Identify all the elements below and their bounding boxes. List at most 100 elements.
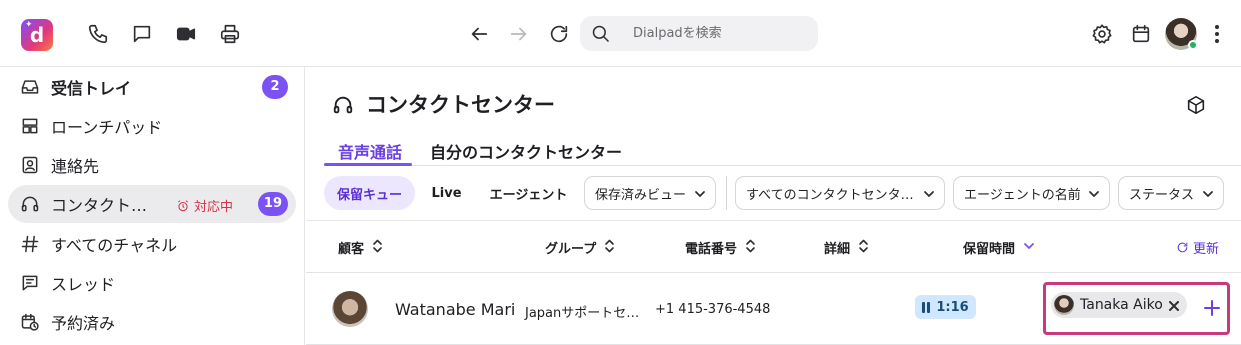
sort-icon bbox=[372, 239, 383, 257]
sidebar-item-launchpad[interactable]: ローンチパッド bbox=[8, 107, 296, 145]
filter-hold-queue[interactable]: 保留キュー bbox=[324, 176, 415, 210]
plus-icon bbox=[1204, 300, 1220, 316]
column-phone-label: 電話番号 bbox=[685, 242, 738, 257]
agent-name: Tanaka Aiko bbox=[1080, 297, 1163, 313]
column-hold-time[interactable]: 保留時間 bbox=[963, 238, 1035, 257]
hold-time-value: 1:16 bbox=[936, 299, 969, 315]
close-icon[interactable] bbox=[1168, 296, 1179, 315]
refresh-icon bbox=[1177, 242, 1188, 253]
hold-time-badge: 1:16 bbox=[915, 295, 976, 319]
group-name: Japanサポートセ… bbox=[525, 306, 640, 321]
column-details-label: 詳細 bbox=[824, 242, 851, 257]
sort-icon bbox=[745, 239, 756, 257]
oncall-status: 対応中 bbox=[176, 196, 233, 215]
customer-avatar bbox=[332, 291, 368, 327]
top-bar: ✦ d bbox=[0, 0, 1241, 67]
sidebar-item-label: 受信トレイ bbox=[51, 79, 132, 98]
print-icon[interactable] bbox=[217, 21, 243, 47]
contact-center-dropdown[interactable]: すべてのコンタクトセンタ… bbox=[735, 176, 945, 210]
presence-indicator bbox=[1188, 40, 1198, 50]
add-agent-button[interactable] bbox=[1203, 299, 1223, 319]
tab-voice-calls[interactable]: 音声通話 bbox=[338, 139, 402, 163]
search-icon bbox=[592, 25, 610, 43]
sort-icon bbox=[604, 239, 615, 257]
alarm-icon bbox=[178, 199, 188, 211]
cube-icon[interactable] bbox=[1185, 94, 1207, 116]
filter-bar: 保留キュー Live エージェント 保存済みビュー すべてのコンタクトセンタ… … bbox=[306, 176, 1241, 213]
search-box[interactable] bbox=[580, 16, 818, 51]
reload-icon[interactable] bbox=[546, 21, 572, 47]
calendar-icon[interactable] bbox=[1128, 21, 1154, 47]
saved-views-label: 保存済みビュー bbox=[595, 187, 687, 203]
column-group-label: グループ bbox=[545, 242, 597, 257]
pause-icon bbox=[922, 301, 931, 313]
column-hold-time-label: 保留時間 bbox=[963, 242, 1016, 257]
agent-name-dropdown[interactable]: エージェントの名前 bbox=[953, 176, 1110, 210]
column-customer-label: 顧客 bbox=[338, 242, 365, 257]
divider bbox=[726, 176, 727, 210]
saved-views-dropdown[interactable]: 保存済みビュー bbox=[584, 176, 716, 210]
agent-chip[interactable]: Tanaka Aiko bbox=[1051, 292, 1187, 318]
status-dropdown[interactable]: ステータス bbox=[1118, 176, 1224, 210]
sidebar-item-label: すべてのチャネル bbox=[51, 236, 178, 255]
sidebar-item-label: 連絡先 bbox=[51, 157, 100, 176]
dialpad-logo[interactable]: ✦ d bbox=[21, 19, 53, 51]
agent-assignment: Tanaka Aiko bbox=[1043, 282, 1230, 335]
message-icon[interactable] bbox=[129, 21, 155, 47]
chevron-down-icon bbox=[1202, 188, 1214, 200]
sidebar-item-contact-center[interactable]: コンタクト… 対応中 19 bbox=[8, 185, 296, 223]
refresh-button[interactable]: 更新 bbox=[1176, 238, 1219, 257]
column-details[interactable]: 詳細 bbox=[824, 238, 869, 257]
sidebar-item-label: 予約済み bbox=[51, 314, 116, 333]
count-badge: 19 bbox=[257, 192, 288, 216]
phone-number: +1 415-376-4548 bbox=[655, 302, 771, 317]
chevron-down-icon bbox=[923, 188, 935, 200]
more-icon[interactable] bbox=[1207, 22, 1227, 46]
page-title: コンタクトセンター bbox=[366, 93, 555, 117]
sidebar-item-threads[interactable]: スレッド bbox=[8, 264, 296, 302]
table-row[interactable]: Watanabe Mari Japanサポートセ… +1 415-376-454… bbox=[306, 273, 1241, 345]
unread-badge: 2 bbox=[262, 75, 288, 99]
status-label: ステータス bbox=[1129, 187, 1195, 203]
threads-icon bbox=[20, 273, 40, 293]
forward-icon[interactable] bbox=[506, 21, 532, 47]
contact-center-label: すべてのコンタクトセンタ… bbox=[746, 187, 914, 203]
launchpad-icon bbox=[20, 116, 40, 136]
agent-avatar bbox=[1054, 295, 1074, 315]
sidebar-item-all-channels[interactable]: すべてのチャネル bbox=[8, 225, 296, 263]
sort-icon bbox=[858, 239, 869, 257]
table-header: 顧客 グループ 電話番号 詳細 保留時間 更新 bbox=[306, 220, 1241, 273]
column-customer[interactable]: 顧客 bbox=[338, 238, 383, 257]
tab-bar: 音声通話 自分のコンタクトセンター bbox=[324, 131, 1241, 166]
column-phone[interactable]: 電話番号 bbox=[685, 238, 756, 257]
back-icon[interactable] bbox=[466, 21, 492, 47]
column-group[interactable]: グループ bbox=[545, 238, 615, 257]
headset-icon bbox=[20, 194, 40, 214]
sidebar-item-contacts[interactable]: 連絡先 bbox=[8, 146, 296, 184]
scheduled-icon bbox=[20, 312, 40, 332]
sidebar-item-inbox[interactable]: 受信トレイ 2 bbox=[8, 68, 296, 106]
sort-descending-icon bbox=[1023, 240, 1035, 256]
oncall-label: 対応中 bbox=[194, 200, 234, 215]
sidebar-item-label: スレッド bbox=[51, 275, 116, 294]
phone-icon[interactable] bbox=[85, 21, 111, 47]
tab-my-contact-center[interactable]: 自分のコンタクトセンター bbox=[430, 139, 622, 163]
gear-icon[interactable] bbox=[1089, 21, 1115, 47]
filter-live[interactable]: Live bbox=[423, 176, 470, 210]
sidebar-item-scheduled[interactable]: 予約済み bbox=[8, 303, 296, 341]
agent-name-label: エージェントの名前 bbox=[964, 187, 1081, 203]
sidebar-item-label: ローンチパッド bbox=[51, 118, 163, 137]
chevron-down-icon bbox=[694, 188, 706, 200]
search-input[interactable] bbox=[620, 16, 810, 51]
filter-agent[interactable]: エージェント bbox=[479, 176, 578, 210]
sidebar-item-label: コンタクト… bbox=[51, 196, 148, 215]
sidebar: 受信トレイ 2 ローンチパッド 連絡先 コンタクト… 対応中 19 すべてのチャ… bbox=[0, 67, 305, 345]
inbox-icon bbox=[20, 77, 40, 97]
active-tab-indicator bbox=[324, 163, 412, 166]
chevron-down-icon bbox=[1088, 188, 1100, 200]
main-content: コンタクトセンター 音声通話 自分のコンタクトセンター 保留キュー Live エ… bbox=[306, 67, 1241, 345]
headset-icon bbox=[332, 94, 354, 116]
video-icon[interactable] bbox=[173, 21, 199, 47]
contacts-icon bbox=[20, 155, 40, 175]
refresh-label: 更新 bbox=[1193, 242, 1220, 257]
